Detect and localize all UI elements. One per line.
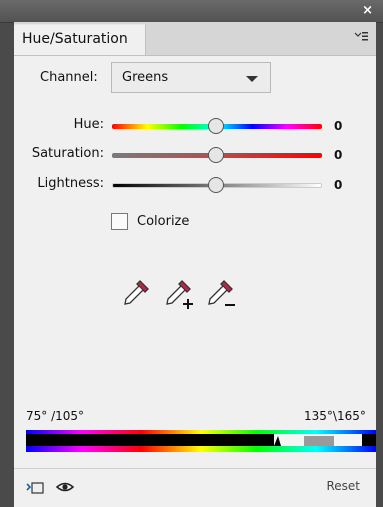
chevron-down-icon: [246, 76, 258, 82]
eye-icon[interactable]: [56, 480, 74, 494]
eyedropper-minus-icon[interactable]: [204, 277, 238, 311]
saturation-value: 0: [334, 148, 343, 162]
eyedropper-plus-icon[interactable]: [162, 277, 196, 311]
tab-bar: Hue/Saturation: [14, 22, 376, 56]
lightness-value: 0: [334, 178, 343, 192]
panel-footer: Reset: [14, 468, 376, 507]
hue-slider-handle[interactable]: [208, 118, 224, 134]
hue-value: 0: [334, 119, 343, 133]
saturation-label: Saturation:: [31, 146, 104, 161]
panel-menu-icon[interactable]: [354, 30, 368, 42]
eyedropper-icon[interactable]: [118, 277, 152, 311]
panel-titlebar: ×: [0, 0, 383, 23]
channel-dropdown[interactable]: Greens: [111, 62, 271, 93]
channel-selected-value: Greens: [122, 70, 169, 85]
color-range-bars: [26, 430, 376, 452]
hue-label: Hue:: [73, 117, 104, 132]
close-icon[interactable]: ×: [362, 3, 373, 18]
tab-hue-saturation[interactable]: Hue/Saturation: [14, 24, 146, 55]
reset-button[interactable]: Reset: [326, 479, 360, 493]
hue-saturation-panel: Hue/Saturation Channel: Greens Hue: 0 Sa…: [14, 22, 376, 507]
range-start-readout: 75° /105°: [26, 409, 85, 423]
clip-to-layer-icon[interactable]: [26, 481, 44, 495]
saturation-slider-handle[interactable]: [208, 147, 224, 163]
lightness-slider-handle[interactable]: [208, 177, 224, 193]
range-end-readout: 135°\165°: [304, 409, 366, 423]
lightness-label: Lightness:: [37, 176, 104, 191]
colorize-checkbox[interactable]: [111, 213, 128, 230]
colorize-label: Colorize: [137, 214, 190, 229]
channel-label: Channel:: [40, 70, 98, 85]
